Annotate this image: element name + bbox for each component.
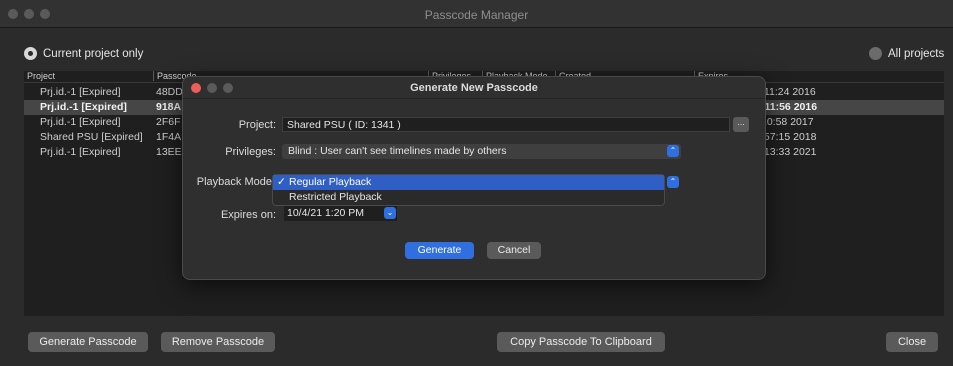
row-expires: :11:56 2016	[761, 101, 818, 113]
privileges-value: Blind : User can't see timelines made by…	[288, 145, 507, 157]
row-expires: :13:33 2021	[761, 146, 817, 158]
dialog-title-bar: Generate New Passcode	[183, 77, 765, 99]
browse-project-button[interactable]: ...	[733, 117, 749, 132]
privileges-chevron-icon[interactable]: ⌃	[667, 145, 679, 157]
playback-mode-label: Playback Mode	[196, 176, 272, 188]
column-header-project[interactable]: Project	[24, 71, 150, 81]
row-project: Prj.id.-1 [Expired]	[40, 146, 121, 158]
row-project: Prj.id.-1 [Expired]	[40, 86, 121, 98]
current-project-only-radio[interactable]: Current project only	[24, 47, 143, 60]
radio-selected-icon	[24, 47, 37, 60]
row-expires: :57:15 2018	[761, 131, 817, 143]
expires-value: 10/4/21 1:20 PM	[287, 207, 365, 219]
project-label: Project:	[238, 119, 276, 131]
checkmark-icon: ✓	[277, 176, 286, 188]
current-project-only-label: Current project only	[43, 47, 144, 60]
menu-item-regular-playback[interactable]: ✓ Regular Playback	[273, 175, 664, 190]
expires-dropdown-icon[interactable]: ⌄	[384, 207, 396, 219]
menu-item-restricted-playback[interactable]: Restricted Playback	[273, 190, 664, 205]
row-expires: :11:24 2016	[761, 86, 816, 98]
radio-unselected-icon	[869, 47, 882, 60]
dialog-title: Generate New Passcode	[410, 82, 538, 94]
privileges-label: Privileges:	[225, 146, 276, 158]
window-title: Passcode Manager	[424, 8, 529, 22]
expires-date-field[interactable]: 10/4/21 1:20 PM	[284, 206, 397, 221]
cancel-button[interactable]: Cancel	[487, 242, 541, 259]
row-project: Shared PSU [Expired]	[40, 131, 143, 143]
generate-button[interactable]: Generate	[405, 242, 474, 259]
generate-passcode-button[interactable]: Generate Passcode	[28, 332, 148, 352]
title-bar: Passcode Manager	[0, 0, 953, 28]
copy-passcode-button[interactable]: Copy Passcode To Clipboard	[497, 332, 665, 352]
menu-item-label: Restricted Playback	[289, 191, 382, 203]
playback-mode-menu[interactable]: ✓ Regular Playback Restricted Playback	[272, 174, 665, 206]
row-project: Prj.id.-1 [Expired]	[40, 116, 121, 128]
row-project: Prj.id.-1 [Expired]	[40, 101, 127, 113]
row-expires: 10:58 2017	[761, 116, 814, 128]
close-button[interactable]: Close	[886, 332, 938, 352]
project-field[interactable]: Shared PSU ( ID: 1341 )	[282, 117, 730, 132]
playback-chevron-icon[interactable]: ⌃	[667, 176, 679, 188]
remove-passcode-button[interactable]: Remove Passcode	[161, 332, 275, 352]
all-projects-radio[interactable]: All projects	[869, 47, 944, 60]
privileges-select[interactable]: Blind : User can't see timelines made by…	[282, 144, 681, 159]
expires-label: Expires on:	[220, 209, 276, 221]
all-projects-label: All projects	[888, 47, 945, 60]
menu-item-label: Regular Playback	[289, 176, 372, 188]
